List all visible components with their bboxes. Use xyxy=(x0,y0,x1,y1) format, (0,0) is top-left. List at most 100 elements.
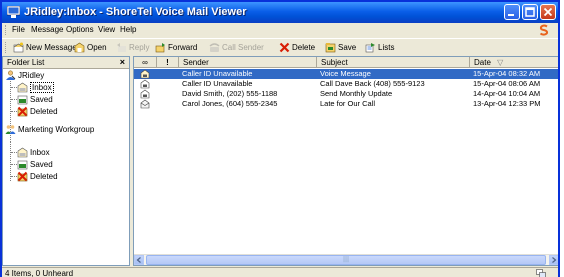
title-bar[interactable]: JRidley:Inbox - ShoreTel Voice Mail View… xyxy=(2,2,558,23)
tree-item-jridley-saved[interactable]: Saved xyxy=(17,93,53,105)
open-button[interactable]: Open xyxy=(74,41,107,53)
tree-item-workgroup-saved[interactable]: Saved xyxy=(17,158,53,170)
message-sender: Carol Jones, (604) 555-2345 xyxy=(182,99,278,108)
workgroup-icon xyxy=(5,124,16,135)
voice-message-icon xyxy=(140,89,150,99)
menu-file[interactable]: File xyxy=(12,25,25,34)
message-date: 14-Apr-04 10:04 AM xyxy=(473,89,541,98)
new-message-label: New Message xyxy=(26,42,77,52)
column-header-sender[interactable]: Sender xyxy=(179,57,317,68)
lists-icon xyxy=(365,42,376,53)
open-label: Open xyxy=(87,42,107,52)
message-row[interactable]: David Smith, (202) 555-1188 Send Monthly… xyxy=(134,89,558,99)
scroll-right-button[interactable] xyxy=(549,255,558,265)
new-message-button[interactable]: New Message xyxy=(13,41,77,53)
message-list-pane: ∞ ! Sender Subject Date ▽ Caller ID Unav… xyxy=(133,56,558,266)
forward-label: Forward xyxy=(168,42,198,52)
tree-item-workgroup-inbox[interactable]: Inbox xyxy=(17,146,50,158)
status-text: 4 Items, 0 Unheard xyxy=(5,269,74,277)
folder-list-header: Folder List × xyxy=(3,57,129,69)
saved-folder-icon xyxy=(17,159,28,170)
voicemail-app-icon xyxy=(6,5,21,18)
tree-item-label: Deleted xyxy=(30,171,58,181)
menu-view[interactable]: View xyxy=(98,25,115,34)
deleted-folder-icon xyxy=(17,171,28,182)
column-header-priority[interactable]: ! xyxy=(157,57,179,68)
close-pane-icon[interactable]: × xyxy=(120,57,125,67)
message-date: 13-Apr-04 12:33 PM xyxy=(473,99,541,108)
maximize-button[interactable] xyxy=(522,4,538,20)
deleted-folder-icon xyxy=(17,106,28,117)
tree-item-jridley-deleted[interactable]: Deleted xyxy=(17,105,58,117)
save-button[interactable]: Save xyxy=(325,41,356,53)
message-date: 15-Apr-04 08:32 AM xyxy=(473,69,541,78)
message-subject: Send Monthly Update xyxy=(320,89,393,98)
inbox-icon xyxy=(17,82,28,93)
message-sender: Caller ID Unavailable xyxy=(182,69,253,78)
tree-item-jridley-inbox[interactable]: Inbox xyxy=(17,81,54,93)
save-label: Save xyxy=(338,42,357,52)
tree-item-label: Saved xyxy=(30,94,53,104)
tree-item-label: Deleted xyxy=(30,106,58,116)
tree-item-label: JRidley xyxy=(18,70,45,80)
tree-item-label: Inbox xyxy=(30,81,54,93)
app-window: JRidley:Inbox - ShoreTel Voice Mail View… xyxy=(0,0,560,277)
delete-label: Delete xyxy=(292,42,316,52)
call-sender-label: Call Sender xyxy=(222,42,264,52)
horizontal-scrollbar[interactable]: ||| xyxy=(134,254,558,265)
menu-help[interactable]: Help xyxy=(120,25,136,34)
tree-item-jridley[interactable]: JRidley xyxy=(5,69,44,81)
user-icon xyxy=(5,70,16,81)
close-window-button[interactable] xyxy=(540,4,556,20)
new-message-icon xyxy=(13,42,24,53)
forward-button[interactable]: Forward xyxy=(155,41,197,53)
reply-button[interactable]: Reply xyxy=(116,41,149,53)
save-icon xyxy=(325,42,336,53)
saved-folder-icon xyxy=(17,94,28,105)
lists-button[interactable]: Lists xyxy=(365,41,394,53)
folder-list-pane: Folder List × JRidley Inbox Saved Delete… xyxy=(2,56,130,266)
message-row[interactable]: Caller ID Unavailable Voice Message 15-A… xyxy=(134,69,558,79)
date-header-label: Date xyxy=(474,58,491,67)
message-sender: Caller ID Unavailable xyxy=(182,79,253,88)
toolbar: New Message Open Reply Forward Call Send… xyxy=(2,38,558,55)
minimize-button[interactable] xyxy=(504,4,520,20)
message-sender: David Smith, (202) 555-1188 xyxy=(182,89,278,98)
forward-icon xyxy=(155,42,166,53)
column-header-date[interactable]: Date ▽ xyxy=(470,57,558,68)
scroll-thumb[interactable]: ||| xyxy=(146,255,546,265)
message-subject: Late for Our Call xyxy=(320,99,376,108)
tree-item-label: Saved xyxy=(30,159,53,169)
call-sender-button[interactable]: Call Sender xyxy=(209,41,264,53)
window-title: JRidley:Inbox - ShoreTel Voice Mail View… xyxy=(24,6,247,18)
voice-message-icon xyxy=(140,79,150,89)
column-header-attachment[interactable]: ∞ xyxy=(134,57,157,68)
reply-label: Reply xyxy=(129,42,150,52)
lists-label: Lists xyxy=(378,42,395,52)
tree-item-label: Marketing Workgroup xyxy=(18,124,95,134)
delete-button[interactable]: Delete xyxy=(279,41,315,53)
voice-message-heard-icon xyxy=(140,99,150,109)
scroll-left-button[interactable] xyxy=(134,255,144,265)
message-subject: Call Dave Back (408) 555-9123 xyxy=(320,79,425,88)
folder-list-title: Folder List xyxy=(7,58,45,67)
delete-icon xyxy=(279,42,290,53)
thumb-grip: ||| xyxy=(343,256,350,263)
tree-item-workgroup-deleted[interactable]: Deleted xyxy=(17,170,58,182)
shoretel-logo-icon xyxy=(538,24,550,36)
column-header-subject[interactable]: Subject xyxy=(317,57,470,68)
sort-descending-icon: ▽ xyxy=(497,58,504,67)
open-icon xyxy=(74,42,85,53)
menu-bar: File Message Options View Help xyxy=(2,23,558,37)
tree-item-label: Inbox xyxy=(30,147,50,157)
message-row[interactable]: Caller ID Unavailable Call Dave Back (40… xyxy=(134,79,558,89)
tree-connector xyxy=(10,141,11,181)
message-row[interactable]: Carol Jones, (604) 555-2345 Late for Our… xyxy=(134,99,558,109)
reply-icon xyxy=(116,42,127,53)
voice-message-unheard-icon xyxy=(140,69,150,79)
tree-item-marketing-workgroup[interactable]: Marketing Workgroup xyxy=(5,123,94,135)
menu-grip[interactable] xyxy=(5,25,8,35)
menu-message[interactable]: Message xyxy=(31,25,63,34)
toolbar-grip[interactable] xyxy=(5,42,8,53)
menu-options[interactable]: Options xyxy=(66,25,94,34)
